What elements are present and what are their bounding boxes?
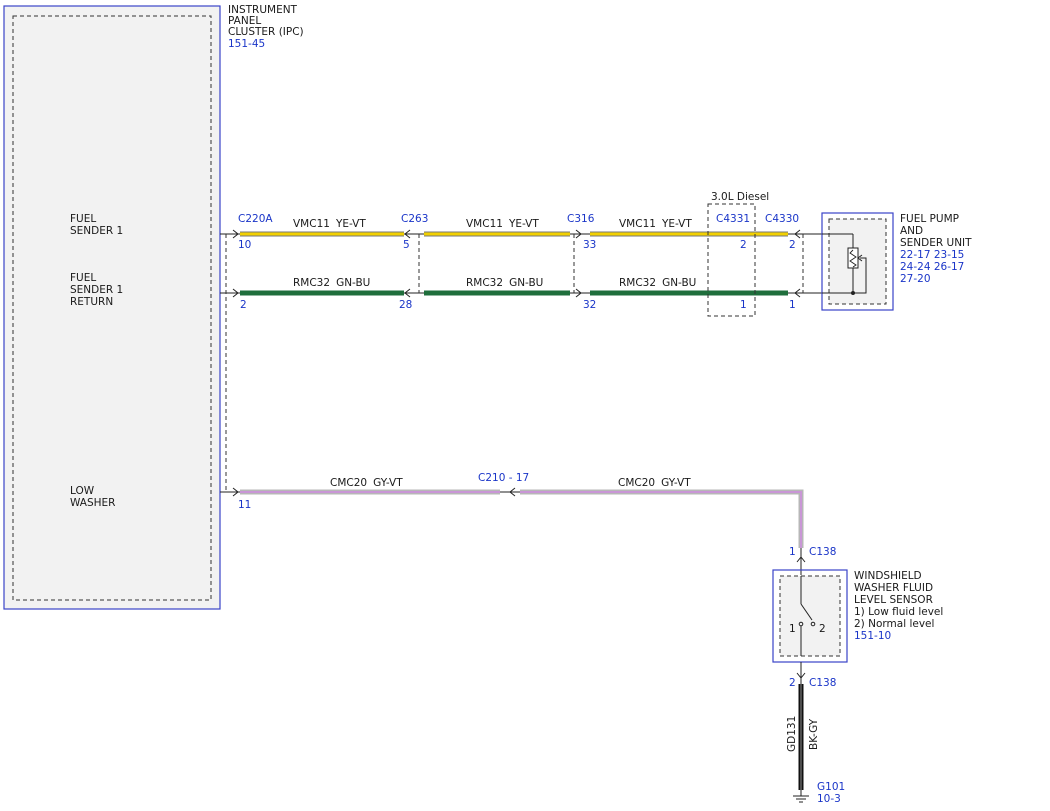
wire-label-gd131: GD131 [786, 716, 798, 752]
washer-sensor-name: WINDSHIELD WASHER FLUID LEVEL SENSOR 1) … [854, 570, 947, 630]
pin-c138-1: 1 [789, 546, 796, 558]
switch-position-2: 2 [819, 623, 826, 635]
pin-c4331-1: 1 [740, 299, 747, 311]
wire-label-rmc32-3: RMC32 GN-BU [619, 277, 696, 289]
connector-c263[interactable]: C263 [401, 213, 428, 225]
wiring-diagram: INSTRUMENT PANEL CLUSTER (IPC) 151-45 FU… [3, 4, 972, 805]
connector-c138-bottom[interactable]: C138 [809, 677, 836, 689]
pin-c220a-11: 11 [238, 499, 251, 511]
fuel-pump-component[interactable] [821, 212, 894, 311]
ground-name[interactable]: G101 [817, 781, 845, 793]
connector-c4330[interactable]: C4330 [765, 213, 799, 225]
fuel-pump-refs[interactable]: 22-17 23-15 24-24 26-17 27-20 [900, 249, 968, 285]
c138-bottom-symbol [796, 662, 806, 684]
wire-label-vmc11-1: VMC11 YE-VT [293, 218, 366, 230]
switch-position-1: 1 [789, 623, 796, 635]
c210-connector-symbol [500, 487, 520, 497]
wire-label-bk-gy: BK-GY [808, 718, 820, 750]
fuel-pump-name: FUEL PUMP AND SENDER UNIT [900, 213, 972, 249]
diesel-label: 3.0L Diesel [711, 191, 769, 203]
wire-label-rmc32-2: RMC32 GN-BU [466, 277, 543, 289]
pin-c263-5: 5 [403, 239, 410, 251]
pin-c220a-2: 2 [240, 299, 247, 311]
ground-ref[interactable]: 10-3 [817, 793, 841, 805]
ground-symbol [793, 790, 809, 803]
ipc-ref[interactable]: 151-45 [228, 38, 265, 50]
wire-cmc20[interactable] [240, 489, 804, 548]
connector-c316[interactable]: C316 [567, 213, 595, 225]
pin-c4330-2: 2 [789, 239, 796, 251]
washer-sensor-component[interactable] [772, 569, 848, 663]
wire-label-vmc11-3: VMC11 YE-VT [619, 218, 692, 230]
pin-c263-28: 28 [399, 299, 412, 311]
connector-c220a[interactable]: C220A [238, 213, 273, 225]
pin-c316-33: 33 [583, 239, 596, 251]
pin-c138-2: 2 [789, 677, 796, 689]
ipc-name: INSTRUMENT PANEL CLUSTER (IPC) [228, 4, 304, 38]
c138-top-symbol [796, 548, 806, 575]
pin-c4331-2: 2 [740, 239, 747, 251]
washer-sensor-ref[interactable]: 151-10 [854, 630, 891, 642]
wire-label-vmc11-2: VMC11 YE-VT [466, 218, 539, 230]
wire-label-rmc32-1: RMC32 GN-BU [293, 277, 370, 289]
connector-c4331[interactable]: C4331 [716, 213, 750, 225]
pin-c316-32: 32 [583, 299, 596, 311]
wire-label-cmc20-1: CMC20 GY-VT [330, 477, 403, 489]
pin-c220a-10: 10 [238, 239, 251, 251]
ipc-pin-stubs [220, 229, 240, 497]
pin-c4330-1: 1 [789, 299, 796, 311]
wire-label-cmc20-2: CMC20 GY-VT [618, 477, 691, 489]
connector-c138-top[interactable]: C138 [809, 546, 836, 558]
connector-c210[interactable]: C210 - 17 [478, 472, 529, 484]
